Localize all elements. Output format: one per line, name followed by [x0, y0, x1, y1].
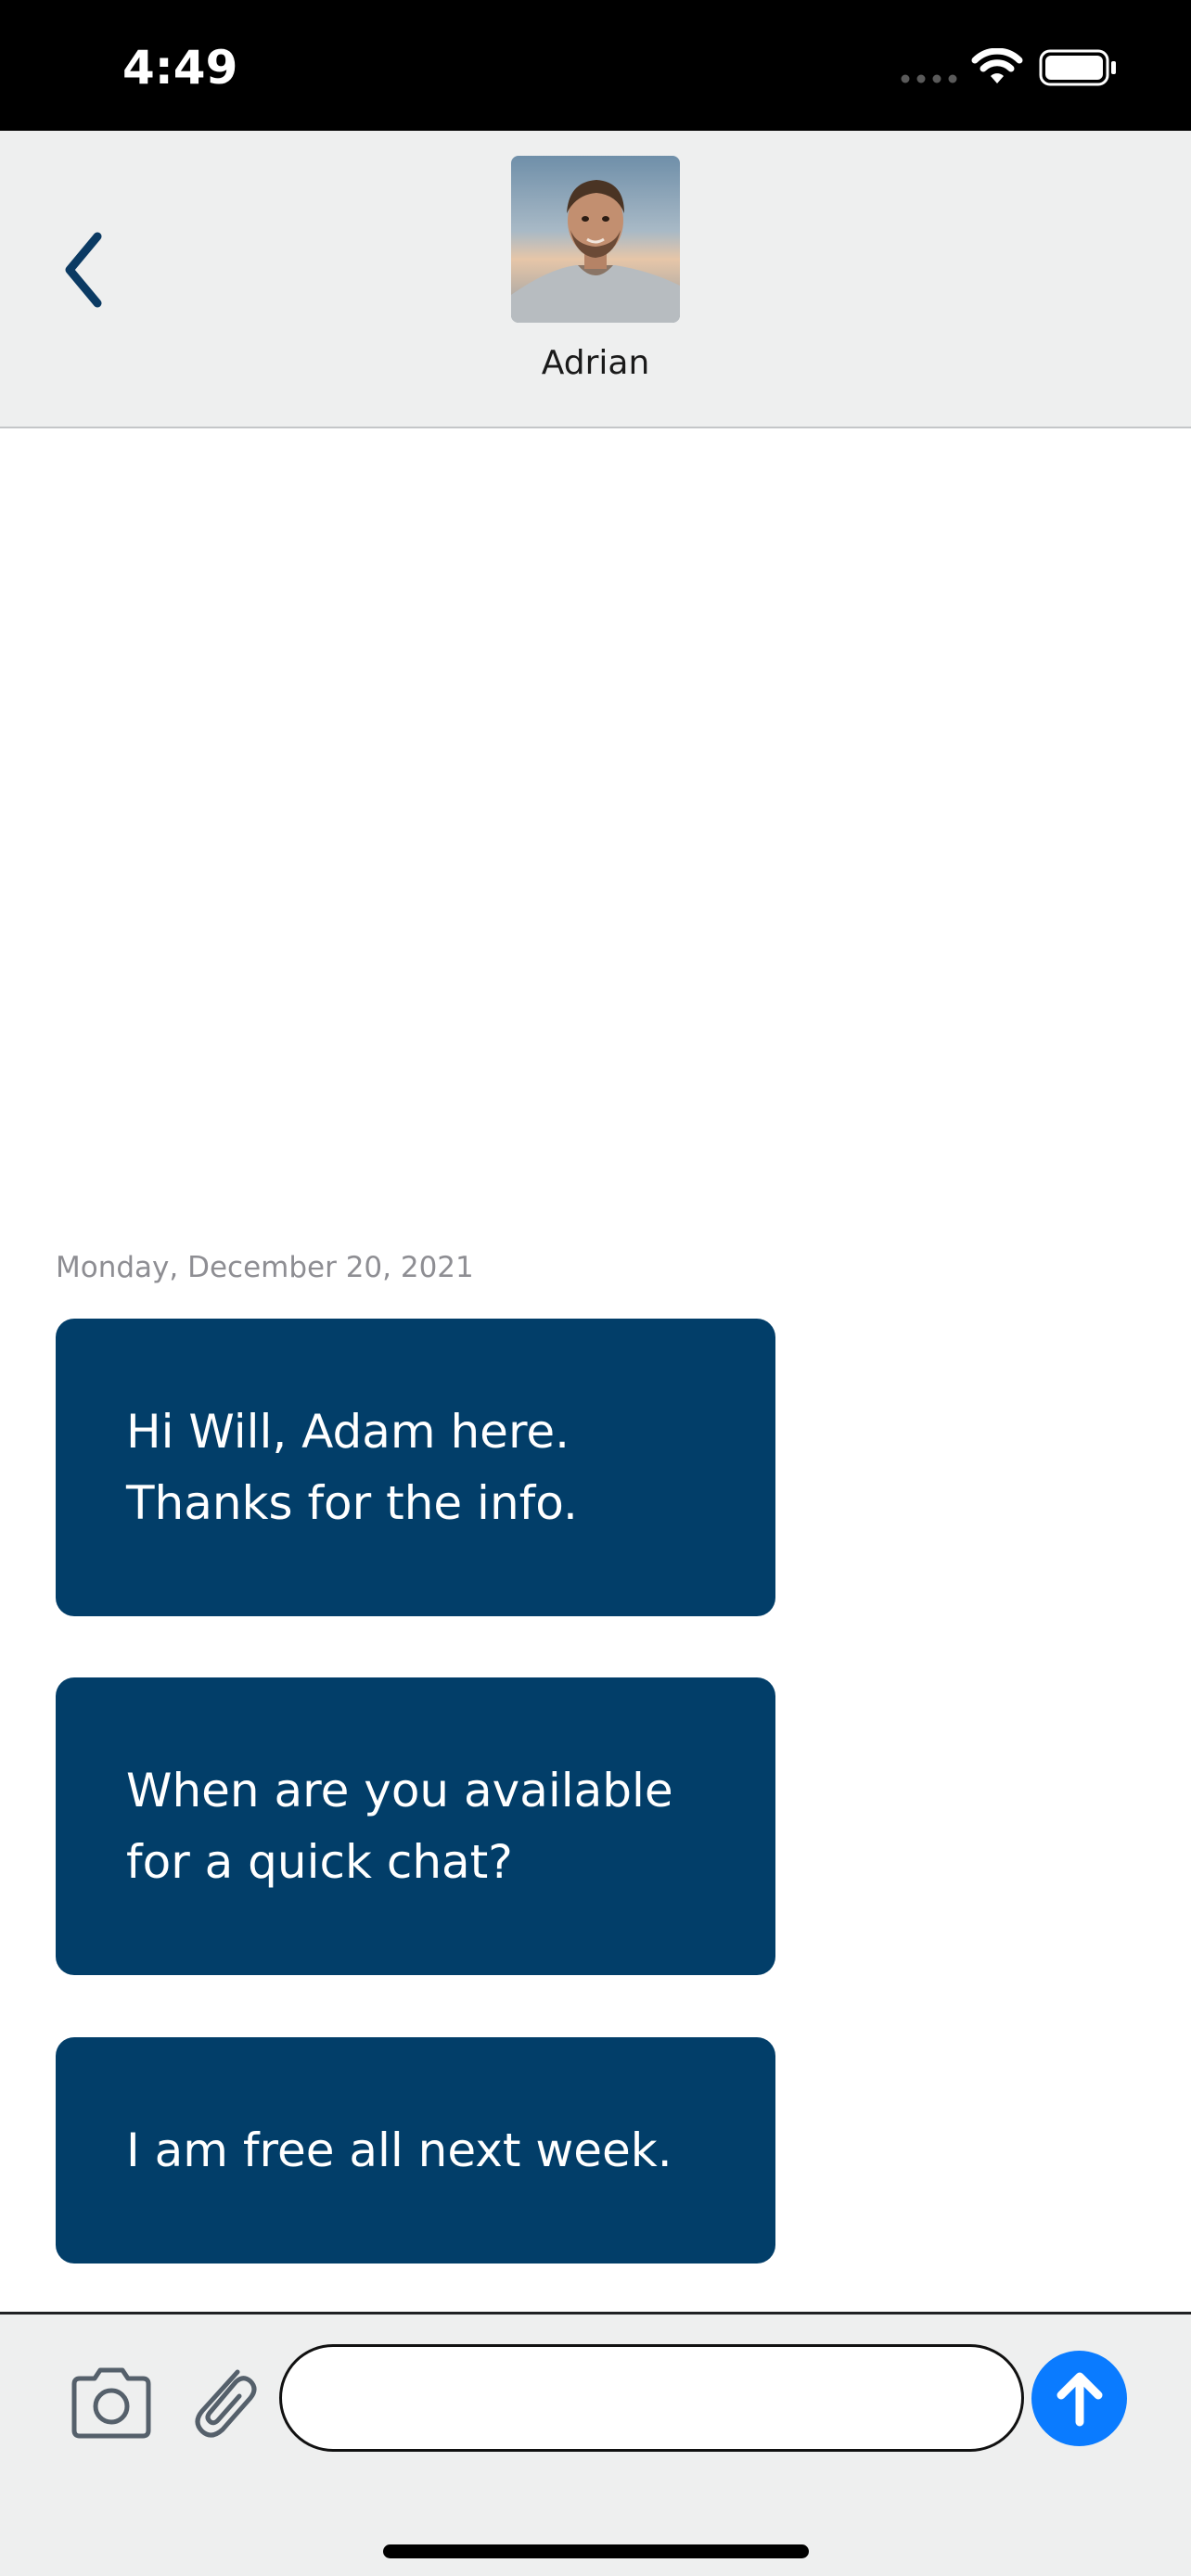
message-bubble[interactable]: Hi Will, Adam here. Thanks for the info. [56, 1319, 775, 1616]
cellular-signal-icon [901, 74, 957, 83]
conversation-header: Adrian [0, 131, 1191, 428]
message-input[interactable] [279, 2344, 1024, 2452]
message-bubble[interactable]: I am free all next week. [56, 2037, 775, 2264]
contact-photo [511, 156, 680, 323]
message-bubble[interactable]: When are you available for a quick chat? [56, 1677, 775, 1975]
message-composer [0, 2312, 1191, 2576]
message-text: When are you available for a quick chat? [126, 1763, 673, 1889]
camera-icon [71, 2367, 151, 2439]
status-time: 4:49 [122, 41, 238, 95]
message-text: I am free all next week. [126, 2123, 672, 2177]
battery-icon [1039, 49, 1116, 86]
message-text: Hi Will, Adam here. Thanks for the info. [126, 1404, 578, 1530]
avatar[interactable] [511, 156, 680, 323]
camera-button[interactable] [67, 2366, 156, 2440]
date-separator: Monday, December 20, 2021 [56, 1251, 474, 1284]
chevron-left-icon [65, 232, 102, 308]
status-bar: 4:49 [0, 0, 1191, 131]
send-button[interactable] [1031, 2351, 1127, 2446]
home-indicator[interactable] [383, 2544, 809, 2558]
arrow-up-icon [1057, 2372, 1102, 2426]
contact-name: Adrian [541, 344, 650, 382]
wifi-icon [971, 48, 1023, 83]
back-button[interactable] [37, 219, 130, 321]
attach-button[interactable] [186, 2359, 260, 2442]
paperclip-icon [195, 2369, 257, 2438]
